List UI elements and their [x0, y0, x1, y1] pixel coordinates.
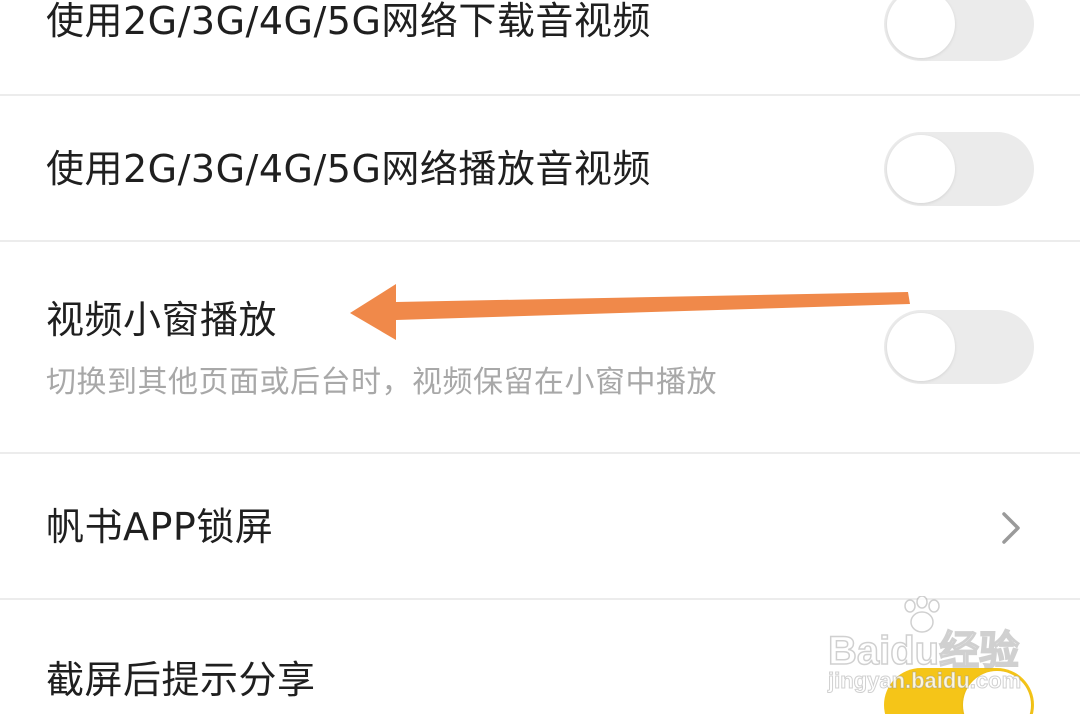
- setting-description-video-pip: 切换到其他页面或后台时，视频保留在小窗中播放: [46, 365, 717, 400]
- toggle-knob: [887, 0, 955, 58]
- settings-page: 使用2G/3G/4G/5G网络下载音视频 使用2G/3G/4G/5G网络播放音视…: [0, 0, 1080, 714]
- setting-label-video-pip: 视频小窗播放: [46, 298, 278, 342]
- toggle-screenshot-share[interactable]: [884, 668, 1034, 714]
- setting-row-download-mobile[interactable]: 使用2G/3G/4G/5G网络下载音视频: [0, 0, 1080, 96]
- setting-label-screenshot-share: 截屏后提示分享: [46, 658, 316, 702]
- toggle-video-pip[interactable]: [884, 310, 1034, 384]
- toggle-play-mobile[interactable]: [884, 132, 1034, 206]
- setting-row-screenshot-share[interactable]: 截屏后提示分享: [0, 600, 1080, 714]
- toggle-knob: [963, 671, 1031, 714]
- setting-label-play-mobile: 使用2G/3G/4G/5G网络播放音视频: [46, 147, 651, 191]
- toggle-knob: [887, 135, 955, 203]
- toggle-knob: [887, 313, 955, 381]
- setting-row-video-pip[interactable]: 视频小窗播放 切换到其他页面或后台时，视频保留在小窗中播放: [0, 242, 1080, 454]
- setting-label-app-lock: 帆书APP锁屏: [46, 505, 274, 549]
- chevron-right-icon: [1002, 512, 1020, 544]
- setting-label-download-mobile: 使用2G/3G/4G/5G网络下载音视频: [46, 0, 651, 43]
- setting-row-play-mobile[interactable]: 使用2G/3G/4G/5G网络播放音视频: [0, 96, 1080, 242]
- setting-row-app-lock[interactable]: 帆书APP锁屏: [0, 454, 1080, 600]
- toggle-download-mobile[interactable]: [884, 0, 1034, 61]
